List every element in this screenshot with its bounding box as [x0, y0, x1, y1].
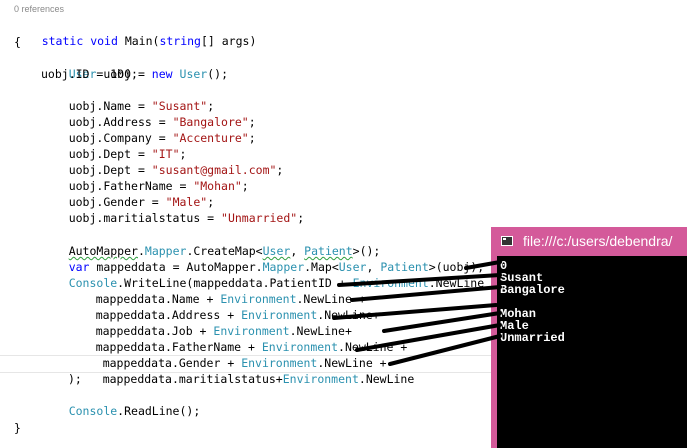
arrow-line-gender — [355, 323, 502, 352]
arrow-line-name — [337, 273, 502, 287]
arrow-line-address — [350, 285, 502, 302]
arrow-line-patientid — [464, 260, 502, 270]
annotation-arrows — [332, 260, 502, 366]
